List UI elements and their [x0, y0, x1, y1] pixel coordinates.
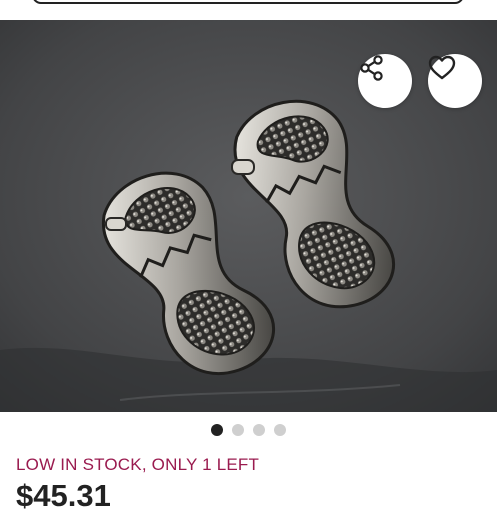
product-price: $45.31	[16, 478, 111, 513]
heart-icon	[428, 55, 456, 80]
carousel-dot[interactable]	[253, 424, 265, 436]
stock-status: LOW IN STOCK, ONLY 1 LEFT	[16, 455, 260, 474]
product-photo	[0, 20, 497, 412]
product-image-gallery[interactable]	[0, 20, 497, 412]
header-search-remnant	[0, 0, 497, 18]
search-bar[interactable]	[32, 0, 464, 4]
carousel-indicator	[0, 424, 497, 440]
share-icon	[360, 55, 383, 81]
carousel-dot[interactable]	[211, 424, 223, 436]
carousel-dot[interactable]	[274, 424, 286, 436]
carousel-dot[interactable]	[232, 424, 244, 436]
favorite-button[interactable]	[428, 54, 482, 108]
share-button[interactable]	[358, 54, 412, 108]
